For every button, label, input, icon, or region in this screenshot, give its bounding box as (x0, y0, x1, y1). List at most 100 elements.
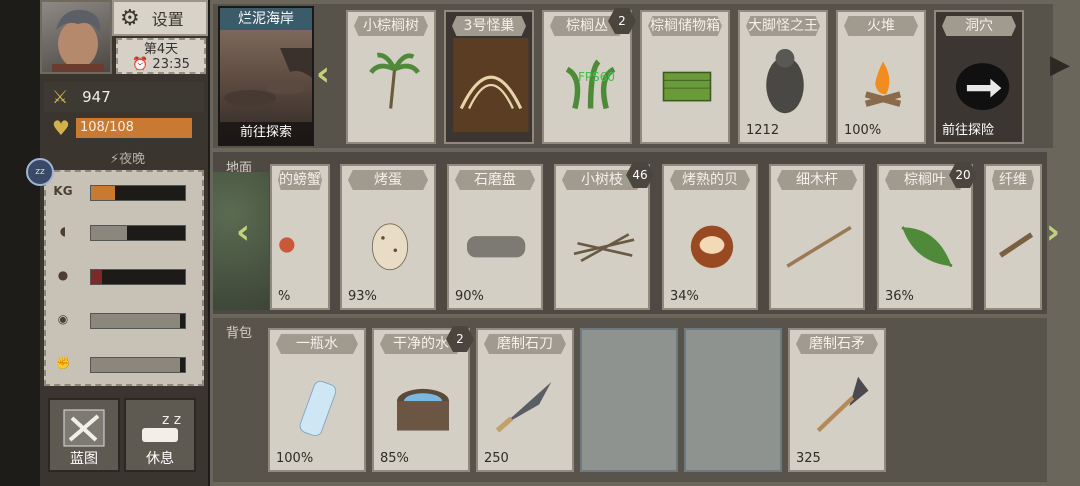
alarm-clock-icon: ⏰ (132, 57, 149, 72)
item-illustration (662, 71, 712, 102)
ground-card[interactable]: 石磨盘 90% (447, 164, 543, 310)
card-title: 磨制石矛 (796, 334, 878, 354)
need-bar (90, 185, 186, 201)
need-bar (90, 357, 186, 373)
health-stat: ♥ 108/108 (44, 114, 204, 142)
phase-indicator: ⚡夜晚 (110, 148, 145, 167)
top-card[interactable]: 3号怪巢 (444, 10, 534, 144)
card-title: 大脚怪之王 (746, 16, 820, 36)
empty-slot[interactable] (684, 328, 782, 472)
lightning-icon: ⚡ (110, 152, 120, 167)
top-card[interactable]: 洞穴 前往探险 (934, 10, 1024, 144)
item-illustration (299, 380, 337, 437)
backpack-card[interactable]: 干净的水 85% 2 (372, 326, 474, 472)
need-bar (90, 225, 186, 241)
ground-chevron-right-icon[interactable]: › (1046, 212, 1060, 252)
fps-counter: FPS60 (578, 70, 616, 84)
ground-chevron-left-icon[interactable]: ‹ (236, 212, 250, 252)
ground-card[interactable]: 烤熟的贝 34% (662, 164, 758, 310)
need-bar-fill (91, 270, 103, 284)
time-label: 23:35 (152, 57, 190, 72)
explore-button[interactable]: 前往探索 (220, 122, 312, 144)
need-row: ◖ (46, 218, 202, 248)
top-card[interactable]: 大脚怪之王 1212 (738, 10, 828, 144)
item-illustration (766, 48, 804, 114)
card-title: 烤熟的贝 (670, 170, 750, 190)
gear-icon: ⚙ (120, 5, 140, 31)
card-footer: 250 (484, 451, 509, 466)
backpack-card[interactable]: 一瓶水 100% (268, 328, 366, 472)
ground-card[interactable]: 纤维 (984, 164, 1042, 310)
card-footer: % (278, 289, 291, 304)
card-footer: 前往探险 (942, 123, 995, 138)
ground-card[interactable]: 棕榈叶 36% 20 (877, 162, 977, 310)
top-card[interactable]: 火堆 100% (836, 10, 926, 144)
phase-label: 夜晚 (119, 152, 146, 167)
item-illustration (397, 388, 449, 431)
item-illustration (371, 223, 409, 271)
need-bar (90, 269, 186, 285)
blueprint-icon (63, 409, 105, 447)
card-footer: 90% (455, 289, 484, 304)
item-illustration (816, 376, 869, 433)
triangle-right-icon[interactable]: ▶ (1050, 50, 1070, 80)
need-bar-fill (91, 358, 181, 372)
card-title: 烤蛋 (348, 170, 428, 190)
day-time-box: 第4天 ⏰ 23:35 (116, 38, 206, 74)
floating-assist-text: zz (35, 167, 45, 177)
item-illustration (466, 236, 526, 258)
card-footer: 325 (796, 451, 821, 466)
card-footer: 93% (348, 289, 377, 304)
floating-assist-button[interactable]: zz (26, 158, 54, 186)
ground-card[interactable]: 的螃蟹% (270, 164, 330, 310)
location-card[interactable]: 烂泥海岸 前往探索 (218, 6, 314, 146)
settings-button[interactable]: ⚙ 设置 (112, 0, 208, 36)
card-title: 细木杆 (777, 170, 857, 190)
health-text: 108/108 (79, 120, 134, 135)
card-footer: 34% (670, 289, 699, 304)
eye-icon: ◉ (57, 312, 69, 326)
needs-panel: KG ◖ ● ◉ ✊ (44, 170, 204, 386)
need-row: ◉ (46, 306, 202, 336)
item-illustration (955, 63, 1010, 111)
attack-stat: ⚔ 947 (44, 82, 204, 112)
sleep-icon: z z (142, 412, 181, 442)
backpack-card[interactable]: 磨制石矛 325 (788, 328, 886, 472)
card-title: 一瓶水 (276, 334, 358, 354)
empty-slot[interactable] (580, 328, 678, 472)
rest-button[interactable]: z z 休息 (124, 398, 196, 472)
need-bar-fill (91, 314, 181, 328)
card-title: 3号怪巢 (452, 16, 526, 36)
blueprint-button[interactable]: 蓝图 (48, 398, 120, 472)
location-title: 烂泥海岸 (220, 8, 312, 30)
ground-card[interactable]: 烤蛋 93% (340, 164, 436, 310)
card-footer: 100% (844, 123, 882, 138)
card-footer: 85% (380, 451, 409, 466)
card-title: 棕榈储物箱 (648, 16, 722, 36)
card-title: 磨制石刀 (484, 334, 566, 354)
need-row: ✊ (46, 350, 202, 380)
health-bar: 108/108 (75, 118, 192, 138)
card-title: 石磨盘 (455, 170, 535, 190)
bread-icon: ◖ (59, 224, 67, 238)
ground-card[interactable]: 小树枝 46 (554, 162, 654, 310)
backpack-card[interactable]: 磨制石刀 250 (476, 328, 574, 472)
item-illustration (369, 52, 420, 109)
card-footer: 1212 (746, 123, 780, 138)
attack-value: 947 (82, 88, 111, 106)
rest-label: 休息 (146, 451, 174, 467)
card-title: 洞穴 (942, 16, 1016, 36)
player-portrait[interactable] (40, 0, 112, 74)
blood-drop-icon: ● (57, 268, 69, 282)
heart-icon: ♥ (52, 116, 70, 140)
item-illustration (998, 232, 1034, 258)
top-card[interactable]: 棕榈储物箱 (640, 10, 730, 144)
chevron-left-icon[interactable]: ‹ (316, 54, 330, 94)
item-illustration (864, 61, 902, 107)
item-illustration (690, 225, 734, 268)
top-card[interactable]: 小棕榈树 (346, 10, 436, 144)
card-footer: 36% (885, 289, 914, 304)
need-bar-fill (91, 186, 115, 200)
ground-card[interactable]: 细木杆 (769, 164, 865, 310)
item-illustration (573, 233, 635, 263)
